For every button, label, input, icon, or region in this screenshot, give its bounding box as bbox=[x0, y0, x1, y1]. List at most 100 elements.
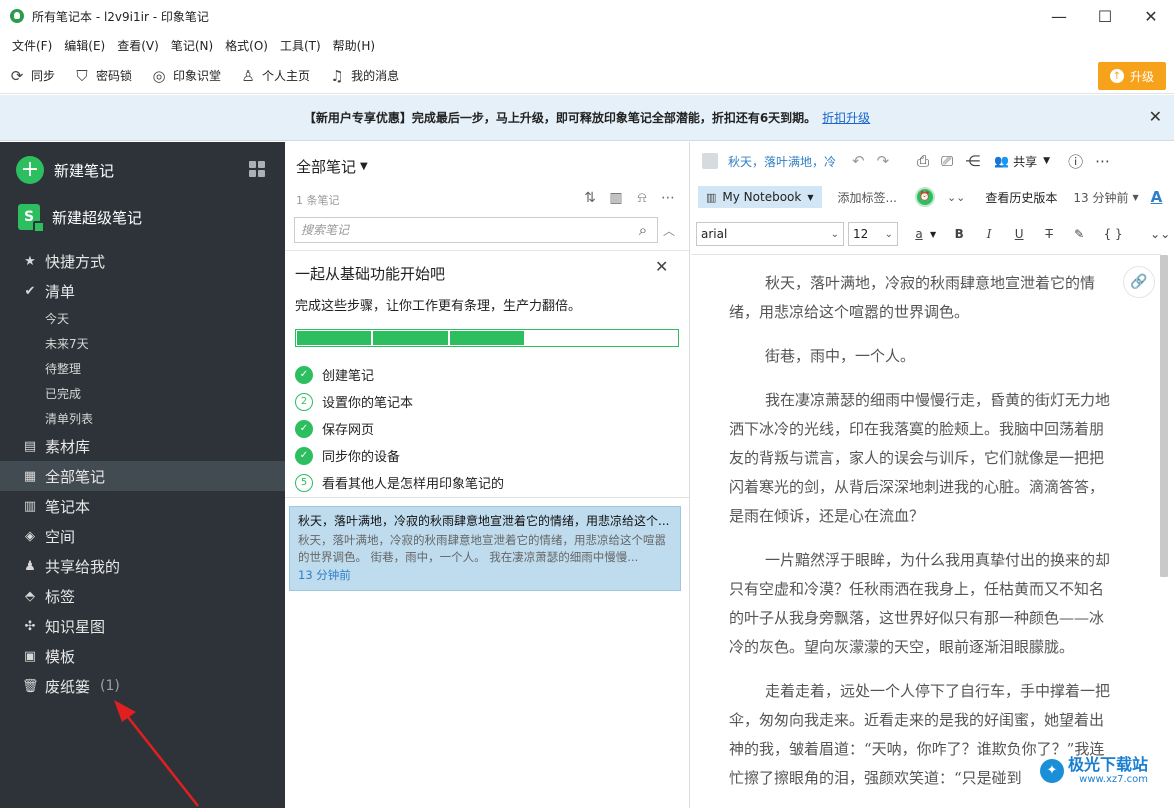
menu-note[interactable]: 笔记(N) bbox=[165, 37, 219, 54]
menu-view[interactable]: 查看(V) bbox=[111, 37, 165, 54]
sidebar-item-label: 废纸篓 bbox=[45, 677, 91, 696]
font-family-select[interactable]: arial ⌄ bbox=[696, 222, 844, 246]
profile-label: 个人主页 bbox=[262, 69, 311, 83]
menu-bar: 文件(F) 编辑(E) 查看(V) 笔记(N) 格式(O) 工具(T) 帮助(H… bbox=[0, 32, 1174, 58]
editor-scrollbar[interactable] bbox=[1160, 255, 1168, 577]
super-note-icon: S bbox=[18, 204, 45, 233]
sidebar-item-knowledge-map[interactable]: ✣ 知识星图 bbox=[0, 611, 285, 641]
onboarding-step[interactable]: ✓ 保存网页 bbox=[295, 415, 504, 442]
sidebar-item-shared[interactable]: ♟ 共享给我的 bbox=[0, 551, 285, 581]
sidebar-item-label: 清单 bbox=[45, 282, 76, 301]
view-mode-icon[interactable]: ▥ bbox=[603, 190, 629, 206]
sidebar-item-spaces[interactable]: ◈ 空间 bbox=[0, 521, 285, 551]
sidebar-item-templates[interactable]: ▣ 模板 bbox=[0, 641, 285, 671]
search-input[interactable] bbox=[295, 219, 629, 241]
close-button[interactable]: ✕ bbox=[1128, 0, 1174, 32]
note-list-title-dropdown[interactable]: 全部笔记 ▼ bbox=[296, 156, 368, 177]
italic-button[interactable]: I bbox=[982, 227, 996, 241]
sidebar-sub-today[interactable]: 今天 bbox=[0, 306, 285, 331]
more-options-icon[interactable]: ⋯ bbox=[1095, 152, 1110, 170]
add-tag-input[interactable]: 添加标签... bbox=[838, 189, 897, 206]
editor-content[interactable]: 秋天，落叶满地，冷寂的秋雨肆意地宣泄着它的情绪，用悲凉给这个喧嚣的世界调色。 街… bbox=[691, 254, 1161, 808]
sidebar-sub-checklist-list[interactable]: 清单列表 bbox=[0, 406, 285, 431]
underline-button[interactable]: U bbox=[1012, 227, 1026, 241]
onboarding-close-icon[interactable]: ✕ bbox=[655, 257, 668, 276]
history-button[interactable]: 查看历史版本 bbox=[985, 189, 1057, 206]
note-list-panel: 全部笔记 ▼ 1 条笔记 ⇅ ▥ ⍾ ⋯ ⌕ ︿ 一起从基础功能开始吧 ✕ 完成… bbox=[285, 142, 690, 808]
sidebar-item-all-notes[interactable]: ▦ 全部笔记 bbox=[0, 461, 285, 491]
font-style-icon[interactable]: A bbox=[1151, 188, 1163, 206]
highlight-icon[interactable]: ✎ bbox=[1072, 227, 1086, 241]
new-note-button[interactable]: + 新建笔记 bbox=[16, 156, 114, 184]
notebook-selector[interactable]: ▥ My Notebook ▼ bbox=[698, 186, 822, 208]
sync-icon: ⟳ bbox=[10, 66, 24, 85]
note-list-tools: ⇅ ▥ ⍾ ⋯ bbox=[577, 190, 681, 206]
list-item[interactable]: 秋天，落叶满地，冷寂的秋雨肆意地宣泄着它的情绪，用悲凉给这个... 秋天，落叶满… bbox=[289, 506, 681, 591]
onboarding-step[interactable]: ✓ 同步你的设备 bbox=[295, 442, 504, 469]
note-card-time: 13 分钟前 bbox=[298, 568, 351, 582]
sort-icon[interactable]: ⇅ bbox=[577, 190, 603, 206]
sidebar-item-notebooks[interactable]: ▥ 笔记本 bbox=[0, 491, 285, 521]
onboarding-step[interactable]: 2 设置你的笔记本 bbox=[295, 388, 504, 415]
info-icon[interactable]: ⓘ bbox=[1068, 151, 1083, 172]
redo-icon[interactable]: ↷ bbox=[877, 152, 890, 170]
editor-meta-bar: ▥ My Notebook ▼ 添加标签... ⏰ ⌄⌄ 查看历史版本 13 分… bbox=[691, 182, 1174, 212]
onboarding-step[interactable]: ✓ 创建笔记 bbox=[295, 361, 504, 388]
upgrade-button[interactable]: ↑ 升级 bbox=[1098, 62, 1166, 90]
bold-button[interactable]: B bbox=[952, 227, 966, 241]
text-color-button[interactable]: a bbox=[912, 227, 926, 241]
promo-upgrade-link[interactable]: 折扣升级 bbox=[822, 109, 870, 126]
double-chevron-down-icon[interactable]: ⌄⌄ bbox=[1150, 227, 1170, 241]
font-size-select[interactable]: 12 ⌄ bbox=[848, 222, 898, 246]
undo-icon[interactable]: ↶ bbox=[852, 152, 865, 170]
onboarding-step[interactable]: 5 看看其他人是怎样用印象笔记的 bbox=[295, 469, 504, 496]
sidebar-item-label: 空间 bbox=[45, 527, 76, 546]
share-nodes-icon[interactable]: ⋲ bbox=[965, 152, 980, 170]
print-icon[interactable]: ⎙ bbox=[917, 152, 929, 170]
minimize-button[interactable]: — bbox=[1036, 0, 1082, 32]
chevron-down-icon: ⌄ bbox=[830, 228, 839, 240]
messages-button[interactable]: ♫ 我的消息 bbox=[328, 67, 399, 85]
bell-icon: ♫ bbox=[330, 66, 344, 85]
share-button[interactable]: 👥 共享 ▼ bbox=[994, 153, 1050, 170]
link-icon[interactable]: 🔗 bbox=[1123, 266, 1155, 298]
reminder-icon[interactable]: ⏰ bbox=[914, 187, 935, 207]
strikethrough-button[interactable]: T bbox=[1042, 227, 1056, 241]
menu-help[interactable]: 帮助(H) bbox=[327, 37, 381, 54]
menu-tools[interactable]: 工具(T) bbox=[274, 37, 327, 54]
sidebar-sub-inbox[interactable]: 待整理 bbox=[0, 356, 285, 381]
double-chevron-down-icon[interactable]: ⌄⌄ bbox=[947, 191, 965, 204]
collapse-up-icon[interactable]: ︿ bbox=[663, 222, 675, 239]
edited-time-dropdown[interactable]: 13 分钟前 ▼ bbox=[1073, 189, 1138, 206]
menu-format[interactable]: 格式(O) bbox=[219, 37, 274, 54]
profile-button[interactable]: ♙ 个人主页 bbox=[239, 67, 310, 85]
maximize-button[interactable]: ☐ bbox=[1082, 0, 1128, 32]
notebook-name: My Notebook bbox=[722, 190, 802, 204]
sync-button[interactable]: ⟳ 同步 bbox=[8, 67, 55, 85]
messages-label: 我的消息 bbox=[351, 69, 400, 83]
grid-view-icon[interactable] bbox=[249, 161, 265, 177]
menu-edit[interactable]: 编辑(E) bbox=[58, 37, 111, 54]
new-super-note-button[interactable]: S 新建超级笔记 bbox=[18, 204, 142, 233]
new-note-label: 新建笔记 bbox=[54, 161, 115, 180]
step-label: 创建笔记 bbox=[322, 369, 375, 384]
sidebar-item-label: 模板 bbox=[45, 647, 76, 666]
code-block-button[interactable]: { } bbox=[1102, 227, 1124, 241]
more-options-icon[interactable]: ⋯ bbox=[655, 190, 681, 206]
check-icon: ✓ bbox=[295, 365, 313, 384]
menu-file[interactable]: 文件(F) bbox=[6, 37, 58, 54]
sidebar-sub-completed[interactable]: 已完成 bbox=[0, 381, 285, 406]
reminder-filter-icon[interactable]: ⍾ bbox=[629, 190, 655, 206]
sidebar-sub-next7days[interactable]: 未来7天 bbox=[0, 331, 285, 356]
promo-banner: 【新用户专享优惠】完成最后一步，马上升级，即可释放印象笔记全部潜能，折扣还有6天… bbox=[0, 95, 1174, 141]
sidebar-item-tags[interactable]: ⬘ 标签 bbox=[0, 581, 285, 611]
sidebar-item-library[interactable]: ▤ 素材库 bbox=[0, 431, 285, 461]
learning-button[interactable]: ◎ 印象识堂 bbox=[150, 67, 221, 85]
sidebar-item-shortcuts[interactable]: ★ 快捷方式 bbox=[0, 246, 285, 276]
search-icon[interactable]: ⌕ bbox=[629, 221, 657, 239]
chevron-down-icon[interactable]: ▼ bbox=[930, 230, 936, 239]
password-lock-button[interactable]: ⛉ 密码锁 bbox=[73, 67, 132, 85]
present-icon[interactable]: ⎚ bbox=[941, 152, 953, 170]
promo-close-icon[interactable]: ✕ bbox=[1149, 107, 1162, 126]
sidebar-item-checklist[interactable]: ✔ 清单 bbox=[0, 276, 285, 306]
